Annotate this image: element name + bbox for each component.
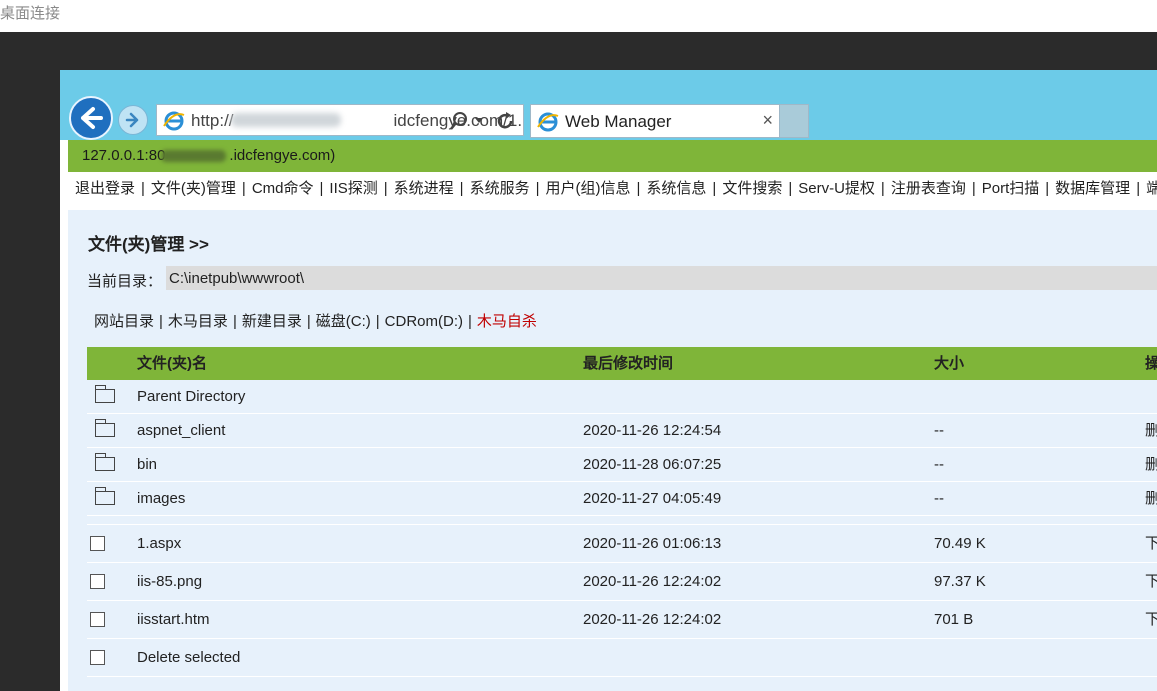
folder-date: 2020-11-26 12:24:54 [583,422,722,439]
address-bar[interactable]: http://idcfengye.com/1. [156,104,524,136]
main-menu: 退出登录 | 文件(夹)管理 | Cmd命令 | IIS探测 | 系统进程 | 系统服务 | 用户(组)… [75,174,1157,204]
header-date: 最后修改时间 [583,355,674,372]
ie-logo-icon [163,111,185,131]
address-prefix: http:// [191,111,234,130]
table-row: Delete selected [87,639,1157,677]
link-cdrom-d[interactable]: CDRom(D:) [385,313,463,330]
folder-name[interactable]: aspnet_client [137,414,225,447]
header-op: 操 [1145,355,1157,372]
file-name[interactable]: iis-85.png [137,563,202,600]
folder-name[interactable]: Parent Directory [137,380,245,413]
address-redacted [231,113,341,127]
tab-title: Web Manager [565,112,672,131]
forward-arrow-icon [125,112,139,128]
file-checkbox[interactable] [90,612,105,627]
back-arrow-icon [81,107,103,129]
table-header: 文件(夹)名 最后修改时间 大小 操 [87,347,1157,380]
file-date: 2020-11-26 12:24:02 [583,611,722,628]
table-spacer [87,516,1157,525]
menu-item-iis-probe[interactable]: IIS探测 [329,180,377,197]
table-row: Parent Directory [87,380,1157,414]
folder-name[interactable]: bin [137,448,157,481]
file-date: 2020-11-26 01:06:13 [583,535,722,552]
link-new-dir[interactable]: 新建目录 [242,313,302,330]
search-icon[interactable] [449,111,469,131]
host-bar: 127.0.0.1:80 .idcfengye.com) [68,140,1157,172]
delete-selected-button[interactable]: Delete selected [137,639,240,676]
host-prefix: 127.0.0.1:80 [82,147,166,164]
file-table: 文件(夹)名 最后修改时间 大小 操 Parent Directory aspn… [87,347,1157,677]
menu-item-processes[interactable]: 系统进程 [394,180,454,197]
remote-desktop-title: 桌面连接 [0,0,1157,32]
page-content: 127.0.0.1:80 .idcfengye.com) 退出登录 | 文件(夹)管理… [60,140,1157,691]
ie-logo-icon [537,112,559,132]
folder-icon [95,487,115,505]
menu-item-users[interactable]: 用户(组)信息 [546,180,631,197]
header-name: 文件(夹)名 [137,355,207,372]
current-dir-input[interactable] [166,266,1157,290]
file-size: 97.37 K [934,573,986,590]
link-site-dir[interactable]: 网站目录 [94,313,154,330]
table-row: bin 2020-11-28 06:07:25 -- 删 [87,448,1157,482]
folder-size: -- [934,456,944,473]
folder-icon [95,453,115,471]
file-name[interactable]: iisstart.htm [137,601,210,638]
file-size: 70.49 K [934,535,986,552]
folder-date: 2020-11-27 04:05:49 [583,490,722,507]
browser-window: http://idcfengye.com/1. Web Manager × 12… [60,70,1157,691]
host-suffix: .idcfengye.com) [229,147,336,164]
folder-size: -- [934,422,944,439]
refresh-icon[interactable] [494,110,516,132]
link-self-destruct[interactable]: 木马自杀 [477,313,537,330]
file-manager-panel: 文件(夹)管理 >> 当前目录： 网站目录|木马目录|新建目录|磁盘(C:)|C… [68,210,1157,691]
file-size: 701 B [934,611,974,628]
table-row: images 2020-11-27 04:05:49 -- 删 [87,482,1157,516]
section-title: 文件(夹)管理 >> [88,235,209,254]
forward-button[interactable] [118,105,148,135]
table-row: iis-85.png 2020-11-26 12:24:02 97.37 K 下 [87,563,1157,601]
new-tab-button[interactable] [779,104,809,138]
menu-item-database[interactable]: 数据库管理 [1055,180,1130,197]
menu-item-cmd[interactable]: Cmd命令 [252,180,314,197]
menu-item-registry[interactable]: 注册表查询 [891,180,966,197]
menu-item-servu[interactable]: Serv-U提权 [798,180,875,197]
download-link[interactable]: 下 [1145,525,1157,562]
host-text: 127.0.0.1:80 .idcfengye.com) [68,147,335,164]
menu-item-logout[interactable]: 退出登录 [75,180,135,197]
table-row: iisstart.htm 2020-11-26 12:24:02 701 B 下 [87,601,1157,639]
folder-name[interactable]: images [137,482,185,515]
download-link[interactable]: 下 [1145,601,1157,638]
menu-item-port[interactable]: 端口 [1146,180,1157,197]
host-redacted [161,150,227,163]
menu-item-sysinfo[interactable]: 系统信息 [646,180,706,197]
delete-link[interactable]: 删 [1145,482,1157,515]
close-tab-icon[interactable]: × [762,110,773,131]
folder-size: -- [934,490,944,507]
back-button[interactable] [69,96,113,140]
tab-web-manager[interactable]: Web Manager × [530,104,780,138]
menu-item-file-manager[interactable]: 文件(夹)管理 [151,180,236,197]
delete-link[interactable]: 删 [1145,448,1157,481]
folder-icon [95,385,115,403]
download-link[interactable]: 下 [1145,563,1157,600]
file-name[interactable]: 1.aspx [137,525,181,562]
link-trojan-dir[interactable]: 木马目录 [168,313,228,330]
quick-links: 网站目录 | 木马目录 | 新建目录 | 磁盘(C:) | CDRom(D:) | 木马自杀 [94,313,537,330]
dropdown-icon[interactable] [474,117,484,125]
table-row: 1.aspx 2020-11-26 01:06:13 70.49 K 下 [87,525,1157,563]
folder-icon [95,419,115,437]
select-all-checkbox[interactable] [90,650,105,665]
menu-item-port-scan[interactable]: Port扫描 [982,180,1040,197]
menu-item-file-search[interactable]: 文件搜索 [722,180,782,197]
file-checkbox[interactable] [90,536,105,551]
header-size: 大小 [934,355,965,372]
file-date: 2020-11-26 12:24:02 [583,573,722,590]
current-dir-label: 当前目录： [87,273,163,290]
delete-link[interactable]: 删 [1145,414,1157,447]
link-disk-c[interactable]: 磁盘(C:) [316,313,371,330]
menu-item-services[interactable]: 系统服务 [470,180,530,197]
table-row: aspnet_client 2020-11-26 12:24:54 -- 删 [87,414,1157,448]
folder-date: 2020-11-28 06:07:25 [583,456,722,473]
file-checkbox[interactable] [90,574,105,589]
